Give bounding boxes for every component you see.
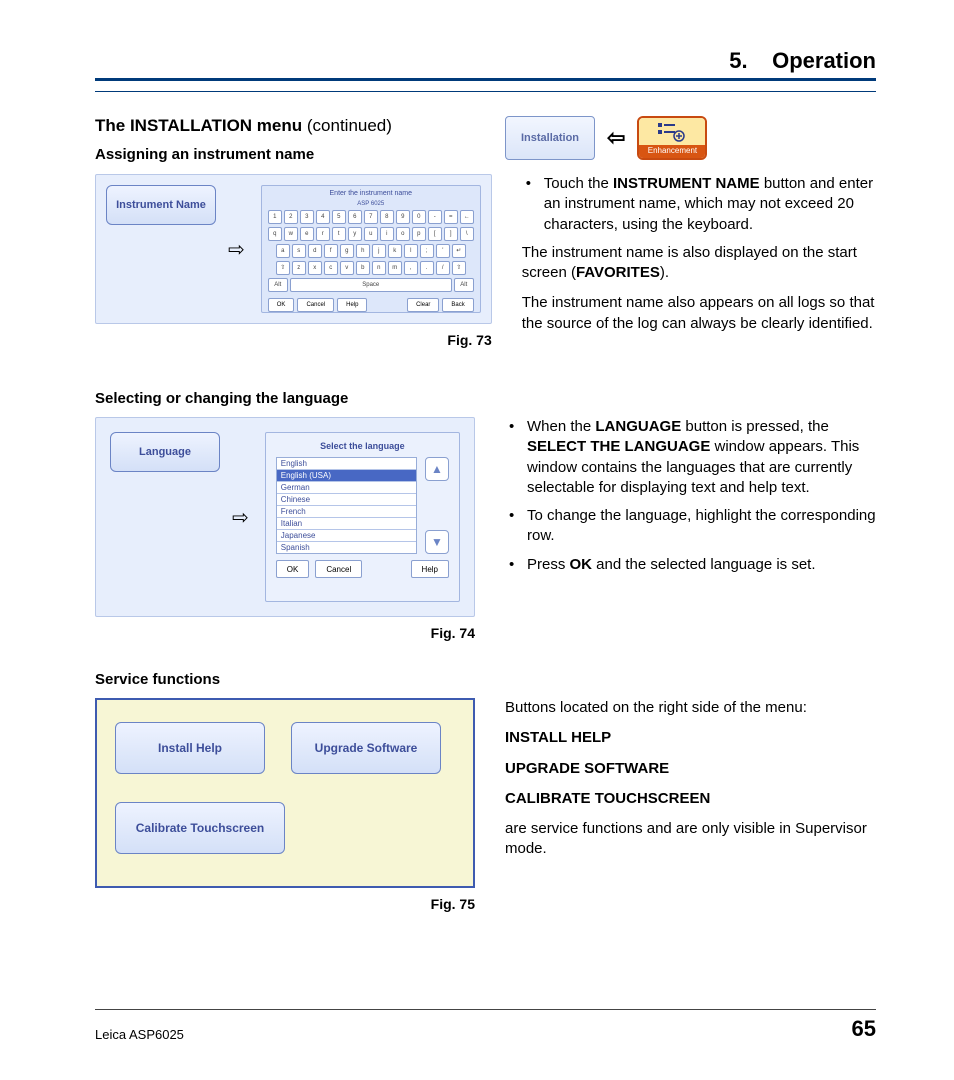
page-header: 5. Operation [95, 48, 876, 81]
chapter-title: Operation [772, 48, 876, 73]
instrument-name-button[interactable]: Instrument Name [106, 185, 216, 225]
enhancement-label: Enhancement [639, 145, 705, 158]
calibrate-touchscreen-button[interactable]: Calibrate Touchscreen [115, 802, 285, 854]
language-row[interactable]: Spanish [277, 542, 416, 553]
keyboard-row-4[interactable]: ⇧zxcvbnm,./⇧ [268, 261, 474, 275]
section1-para-2: The instrument name is also displayed on… [522, 243, 876, 284]
install-help-button[interactable]: Install Help [115, 722, 265, 774]
arrow-right-icon: ⇨ [232, 505, 249, 530]
language-row[interactable]: Italian [277, 518, 416, 530]
keyboard-clear-button[interactable]: Clear [407, 298, 439, 312]
language-list[interactable]: English English (USA) German Chinese Fre… [276, 457, 417, 554]
keyboard-title: Enter the instrument name [268, 190, 474, 198]
scroll-down-button[interactable]: ▼ [425, 530, 449, 554]
upgrade-software-button[interactable]: Upgrade Software [291, 722, 441, 774]
section1-title: Assigning an instrument name [95, 146, 475, 163]
figure-75: Install Help Upgrade Software Calibrate … [95, 698, 475, 888]
figure-73: Instrument Name ⇨ Enter the instrument n… [95, 174, 492, 324]
section3-title: Service functions [95, 671, 876, 688]
installation-button[interactable]: Installation [505, 116, 595, 160]
installation-menu-title: The INSTALLATION menu (continued) [95, 116, 475, 136]
keyboard-row-2[interactable]: qwertyuiop[]\ [268, 227, 474, 241]
language-row[interactable]: Japanese [277, 530, 416, 542]
section2-bullet-3: Press OK and the selected language is se… [505, 555, 876, 575]
section2-bullet-1: When the LANGUAGE button is pressed, the… [505, 417, 876, 498]
section2-bullet-2: To change the language, highlight the co… [505, 506, 876, 547]
figure-74: Language ⇨ Select the language English E… [95, 417, 475, 617]
language-row[interactable]: French [277, 506, 416, 518]
section3-para-1: Buttons located on the right side of the… [505, 698, 876, 718]
language-cancel-button[interactable]: Cancel [315, 560, 362, 578]
keyboard-back-button[interactable]: Back [442, 298, 473, 312]
keyboard-row-1[interactable]: 1234567890-=← [268, 210, 474, 224]
arrow-right-icon: ⇨ [228, 237, 245, 262]
language-row[interactable]: English [277, 458, 416, 470]
arrow-left-icon: ⇦ [607, 123, 625, 153]
page-footer: Leica ASP6025 65 [95, 1009, 876, 1042]
section2-title: Selecting or changing the language [95, 390, 876, 407]
language-button[interactable]: Language [110, 432, 220, 472]
figure-74-caption: Fig. 74 [95, 625, 475, 641]
figure-75-caption: Fig. 75 [95, 896, 475, 912]
footer-product: Leica ASP6025 [95, 1027, 184, 1042]
language-panel-title: Select the language [276, 441, 449, 451]
keyboard-field-value: ASP 6025 [268, 201, 474, 207]
language-row[interactable]: German [277, 482, 416, 494]
language-row[interactable]: Chinese [277, 494, 416, 506]
keyboard-help-button[interactable]: Help [337, 298, 367, 312]
scroll-up-button[interactable]: ▲ [425, 457, 449, 481]
section3-label-2: UPGRADE SOFTWARE [505, 760, 669, 777]
language-ok-button[interactable]: OK [276, 560, 310, 578]
section3-label-1: INSTALL HELP [505, 729, 611, 746]
keyboard-row-space[interactable]: Alt Space Alt [268, 278, 474, 292]
footer-page-number: 65 [852, 1016, 876, 1042]
figure-73-caption: Fig. 73 [95, 332, 492, 348]
section3-para-2: are service functions and are only visib… [505, 819, 876, 860]
section1-bullet-1: Touch the INSTRUMENT NAME button and ent… [522, 174, 876, 235]
keyboard-panel: Enter the instrument name ASP 6025 12345… [261, 185, 481, 313]
keyboard-ok-button[interactable]: OK [268, 298, 295, 312]
keyboard-cancel-button[interactable]: Cancel [297, 298, 334, 312]
section3-label-3: CALIBRATE TOUCHSCREEN [505, 790, 710, 807]
language-panel: Select the language English English (USA… [265, 432, 460, 602]
enhancement-icon[interactable]: Enhancement [637, 116, 707, 160]
section1-para-3: The instrument name also appears on all … [522, 293, 876, 334]
language-row-selected[interactable]: English (USA) [277, 470, 416, 482]
chapter-number: 5. [729, 48, 747, 73]
keyboard-row-3[interactable]: asdfghjkl;'↵ [268, 244, 474, 258]
language-help-button[interactable]: Help [411, 560, 449, 578]
